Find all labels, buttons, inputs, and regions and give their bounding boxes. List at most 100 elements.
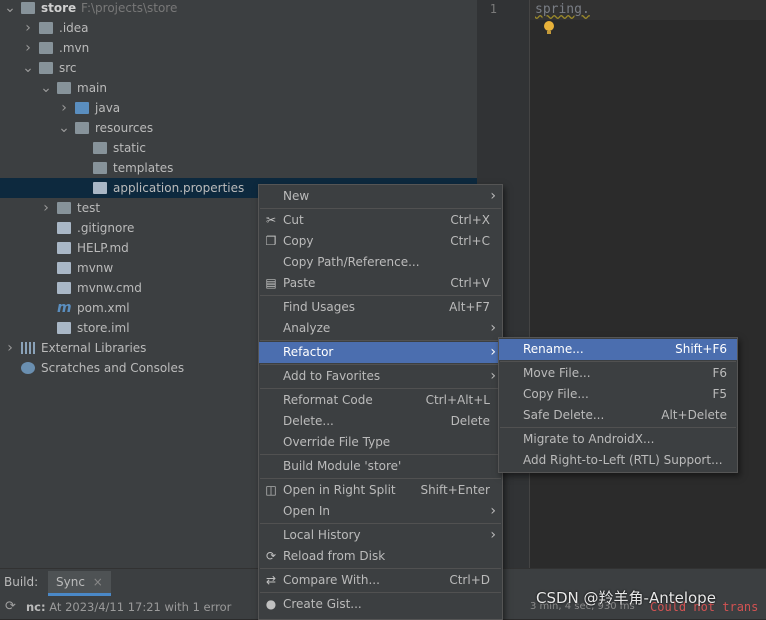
tree-item-templates[interactable]: templates	[0, 158, 477, 178]
chevron-down-icon[interactable]: ⌄	[58, 118, 70, 138]
folder-icon	[75, 122, 89, 134]
menu-item-find-usages[interactable]: Find Usages Alt+F7	[259, 297, 502, 318]
menu-item-label: Open In	[283, 504, 331, 518]
menu-separator	[260, 364, 501, 365]
tree-item-label: External Libraries	[41, 341, 147, 355]
menu-item-rename[interactable]: Rename... Shift+F6	[499, 339, 737, 360]
menu-item-paste[interactable]: ▤ Paste Ctrl+V	[259, 273, 502, 294]
refactor-submenu: Rename... Shift+F6 Move File... F6 Copy File…	[498, 337, 738, 473]
menu-item-label: New	[283, 189, 310, 203]
menu-item-label: Refactor	[283, 345, 334, 359]
copy-icon: ❐	[265, 234, 277, 248]
tree-item-label: resources	[95, 121, 154, 135]
menu-item-label: Add to Favorites	[283, 369, 381, 383]
tree-item-java[interactable]: › java	[0, 98, 477, 118]
cmd-file-icon	[57, 282, 71, 294]
tree-item-label: mvnw.cmd	[77, 281, 142, 295]
tree-item-main[interactable]: ⌄ main	[0, 78, 477, 98]
menu-item-safe-delete[interactable]: Safe Delete... Alt+Delete	[499, 405, 737, 426]
folder-icon	[21, 2, 35, 14]
folder-icon	[57, 202, 71, 214]
menu-item-add-right-to-left-rtl-support[interactable]: Add Right-to-Left (RTL) Support...	[499, 450, 737, 471]
folder-icon	[75, 102, 89, 114]
menu-separator	[260, 568, 501, 569]
chevron-right-icon[interactable]: ›	[22, 38, 34, 58]
menu-separator	[500, 361, 736, 362]
chevron-down-icon[interactable]: ⌄	[22, 58, 34, 78]
tab-sync[interactable]: Sync ×	[48, 571, 111, 596]
tree-item-static[interactable]: static	[0, 138, 477, 158]
tree-item-label: java	[95, 101, 121, 115]
chevron-right-icon: ›	[490, 320, 496, 336]
menu-item-label: Copy	[283, 234, 314, 248]
menu-separator	[260, 208, 501, 209]
folder-icon	[39, 62, 53, 74]
menu-item-open-in-right-split[interactable]: ◫ Open in Right Split Shift+Enter	[259, 480, 502, 501]
tree-item-label: templates	[113, 161, 174, 175]
menu-item-copy[interactable]: ❐ Copy Ctrl+C	[259, 231, 502, 252]
menu-item-move-file[interactable]: Move File... F6	[499, 363, 737, 384]
chevron-down-icon[interactable]: ⌄	[40, 78, 52, 98]
tree-item-src[interactable]: ⌄ src	[0, 58, 477, 78]
code-text[interactable]: spring.	[535, 2, 590, 17]
menu-item-copy-path-reference[interactable]: Copy Path/Reference...	[259, 252, 502, 273]
chevron-right-icon[interactable]: ›	[58, 98, 70, 118]
menu-item-build-module-store[interactable]: Build Module 'store'	[259, 456, 502, 477]
menu-item-override-file-type[interactable]: Override File Type	[259, 432, 502, 453]
menu-item-cut[interactable]: ✂ Cut Ctrl+X	[259, 210, 502, 231]
menu-item-label: Rename...	[523, 342, 584, 356]
chevron-right-icon: ›	[490, 188, 496, 204]
menu-item-copy-file[interactable]: Copy File... F5	[499, 384, 737, 405]
tree-item-resources[interactable]: ⌄ resources	[0, 118, 477, 138]
paste-icon: ▤	[265, 276, 277, 290]
menu-separator	[260, 478, 501, 479]
menu-item-analyze[interactable]: Analyze ›	[259, 318, 502, 339]
status-prefix: nc:	[26, 600, 46, 614]
intention-bulb-icon[interactable]	[544, 21, 554, 34]
menu-shortcut: Ctrl+C	[450, 234, 490, 248]
menu-item-label: Create Gist...	[283, 597, 362, 611]
menu-item-delete[interactable]: Delete... Delete	[259, 411, 502, 432]
tree-item-label: test	[77, 201, 101, 215]
menu-item-compare-with[interactable]: ⇄ Compare With... Ctrl+D	[259, 570, 502, 591]
menu-item-reformat-code[interactable]: Reformat Code Ctrl+Alt+L	[259, 390, 502, 411]
menu-item-create-gist[interactable]: ● Create Gist...	[259, 594, 502, 615]
menu-shortcut: Ctrl+D	[449, 573, 490, 587]
properties-file-icon	[93, 182, 107, 194]
close-icon[interactable]: ×	[93, 575, 103, 589]
editor-area[interactable]: 1 spring.	[477, 0, 766, 568]
chevron-down-icon[interactable]: ⌄	[4, 0, 16, 18]
menu-item-reload-from-disk[interactable]: ⟳ Reload from Disk	[259, 546, 502, 567]
chevron-right-icon[interactable]: ›	[4, 338, 16, 358]
chevron-right-icon[interactable]: ›	[40, 198, 52, 218]
menu-item-new[interactable]: New ›	[259, 186, 502, 207]
menu-item-refactor[interactable]: Refactor ›	[259, 342, 502, 363]
menu-item-open-in[interactable]: Open In ›	[259, 501, 502, 522]
status-message: At 2023/4/11 17:21 with 1 error	[49, 600, 232, 614]
project-path-hint: F:\projects\store	[81, 1, 178, 15]
chevron-right-icon[interactable]: ›	[22, 18, 34, 38]
folder-icon	[39, 22, 53, 34]
menu-shortcut: F6	[712, 366, 727, 380]
tree-item-idea[interactable]: › .idea	[0, 18, 477, 38]
menu-separator	[500, 427, 736, 428]
tree-item-store[interactable]: ⌄ store F:\projects\store	[0, 0, 477, 18]
menu-item-add-to-favorites[interactable]: Add to Favorites ›	[259, 366, 502, 387]
chevron-right-icon: ›	[490, 368, 496, 384]
menu-item-migrate-to-androidx[interactable]: Migrate to AndroidX...	[499, 429, 737, 450]
menu-item-label: Open in Right Split	[283, 483, 396, 497]
build-status-text[interactable]: nc: At 2023/4/11 17:21 with 1 error	[26, 596, 231, 618]
tree-item-label: .idea	[59, 21, 89, 35]
menu-item-label: Override File Type	[283, 435, 391, 449]
menu-item-local-history[interactable]: Local History ›	[259, 525, 502, 546]
chevron-right-icon: ›	[490, 527, 496, 543]
menu-separator	[260, 592, 501, 593]
menu-item-label: Add Right-to-Left (RTL) Support...	[523, 453, 723, 467]
line-number: 1	[489, 2, 497, 16]
menu-item-label: Safe Delete...	[523, 408, 605, 422]
menu-shortcut: Alt+Delete	[661, 408, 727, 422]
libraries-icon	[21, 342, 35, 354]
tree-item-label: static	[113, 141, 146, 155]
refresh-icon[interactable]: ⟳	[5, 596, 16, 618]
tree-item-mvn[interactable]: › .mvn	[0, 38, 477, 58]
